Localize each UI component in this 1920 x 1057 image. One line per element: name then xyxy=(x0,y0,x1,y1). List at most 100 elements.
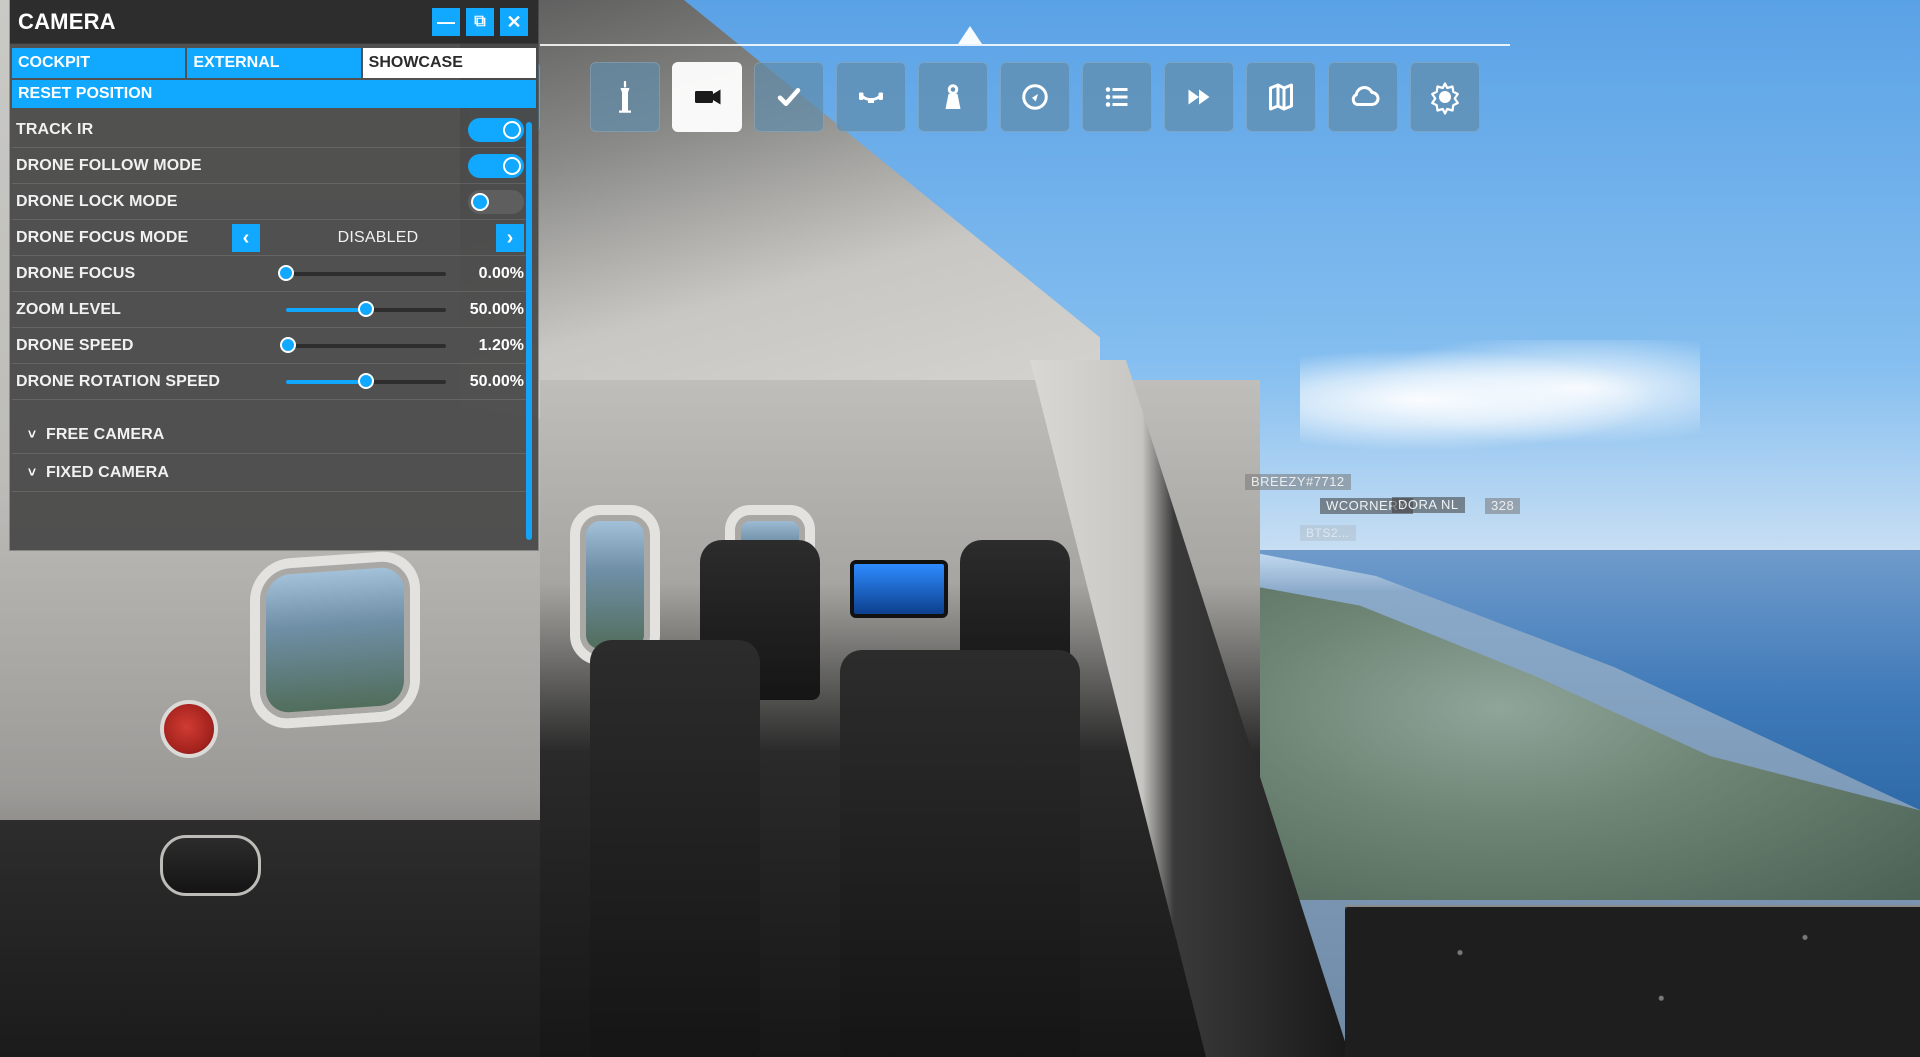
aircraft-wing xyxy=(1345,905,1920,1057)
fast-forward-icon xyxy=(1188,89,1210,105)
drone-speed-value: 1.20% xyxy=(478,336,524,354)
setting-row-drone-lock-mode: DRONE LOCK MODE xyxy=(12,184,530,220)
toolbar-checklist-button[interactable] xyxy=(754,62,824,132)
setting-row-zoom-level: ZOOM LEVEL 50.00% xyxy=(12,292,530,328)
cockpit-display xyxy=(850,560,948,618)
selector-prev-button[interactable]: ‹ xyxy=(232,223,260,252)
setting-row-drone-follow-mode: DRONE FOLLOW MODE xyxy=(12,148,530,184)
camera-sections: ˅ FREE CAMERA ˅ FIXED CAMERA xyxy=(12,416,530,492)
pop-out-icon: ⧉ xyxy=(474,12,486,30)
track-ir-toggle[interactable] xyxy=(468,117,524,142)
cloud-icon xyxy=(1351,86,1380,106)
toggle-wrap xyxy=(286,189,524,214)
setting-row-track-ir: TRACK IR xyxy=(12,112,530,148)
camera-panel-title: CAMERA xyxy=(18,8,116,34)
clouds xyxy=(1300,340,1700,460)
toolbar-atc-button[interactable] xyxy=(590,62,660,132)
slider-thumb[interactable] xyxy=(358,372,374,389)
setting-label: DRONE SPEED xyxy=(16,336,134,354)
setting-label: DRONE ROTATION SPEED xyxy=(16,372,221,390)
tab-cockpit[interactable]: COCKPIT xyxy=(12,48,186,78)
passenger-seat-right xyxy=(840,650,1080,1057)
camera-panel-body: COCKPIT EXTERNAL SHOWCASE RESET POSITION… xyxy=(10,44,538,550)
chevron-left-icon: ‹ xyxy=(242,226,250,249)
slider-thumb[interactable] xyxy=(358,300,374,317)
minimize-button[interactable]: — xyxy=(432,7,460,36)
zoom-level-slider[interactable] xyxy=(286,300,446,317)
toggle-knob xyxy=(503,120,521,139)
setting-row-drone-focus-mode: DRONE FOCUS MODE ‹ DISABLED › xyxy=(12,220,530,256)
chevron-down-icon: ˅ xyxy=(27,463,37,480)
setting-label: DRONE FOLLOW MODE xyxy=(16,156,202,174)
toolbar-camera-button[interactable] xyxy=(672,62,742,132)
slider-row: 50.00% xyxy=(286,372,524,391)
camera-settings-list: TRACK IR DRONE FOLLOW MODE DRONE LOCK MO… xyxy=(12,112,530,400)
minimize-icon: — xyxy=(437,11,455,32)
gear-icon xyxy=(1431,82,1459,115)
toolbar-navlog-button[interactable] xyxy=(1000,62,1070,132)
weight-icon xyxy=(945,84,961,109)
setting-label: TRACK IR xyxy=(16,120,94,138)
slider-fill xyxy=(286,307,366,312)
camera-panel: CAMERA — ⧉ ✕ COCKPIT EXTERNAL SHOWCASE R… xyxy=(10,0,538,550)
slider-row: 0.00% xyxy=(278,264,524,283)
drone-lock-mode-toggle[interactable] xyxy=(468,189,524,214)
setting-row-drone-rotation-speed: DRONE ROTATION SPEED 50.00% xyxy=(12,364,530,400)
setting-label: DRONE LOCK MODE xyxy=(16,192,178,210)
toolbar-weather-button[interactable] xyxy=(1328,62,1398,132)
tab-label: SHOWCASE xyxy=(368,54,463,71)
player-tag: 328 xyxy=(1485,498,1521,514)
toolbar-controls-button[interactable] xyxy=(836,62,906,132)
player-tag: DORA NL xyxy=(1392,497,1465,513)
setting-row-drone-speed: DRONE SPEED 1.20% xyxy=(12,328,530,364)
close-icon: ✕ xyxy=(506,11,522,32)
drone-speed-slider[interactable] xyxy=(279,336,446,353)
close-button[interactable]: ✕ xyxy=(500,7,528,36)
camera-icon xyxy=(695,89,721,105)
section-fixed-camera[interactable]: ˅ FIXED CAMERA xyxy=(12,454,530,492)
setting-row-drone-focus: DRONE FOCUS 0.00% xyxy=(12,256,530,292)
flight-sim-scene: BREEZY#7712 WCORNERY DORA NL 328 BTS2... xyxy=(0,0,1920,1057)
toolbar-sim-rate-button[interactable] xyxy=(1164,62,1234,132)
toggle-knob xyxy=(503,156,521,175)
toolbar-divider xyxy=(540,44,1510,46)
drone-focus-value: 0.00% xyxy=(478,264,524,282)
camera-panel-scrollbar[interactable] xyxy=(526,122,532,540)
cabin-placard-icon xyxy=(160,700,218,758)
setting-label: DRONE FOCUS MODE xyxy=(16,228,189,246)
panel-window-controls: — ⧉ ✕ xyxy=(432,7,528,36)
section-free-camera[interactable]: ˅ FREE CAMERA xyxy=(12,416,530,454)
setting-label: ZOOM LEVEL xyxy=(16,300,121,318)
drone-rotation-speed-slider[interactable] xyxy=(286,372,446,389)
drone-focus-slider[interactable] xyxy=(278,264,446,281)
toolbar-settings-button[interactable] xyxy=(1410,62,1480,132)
yoke-icon xyxy=(859,92,883,103)
toolbar-caret-icon xyxy=(958,26,982,44)
chevron-right-icon: › xyxy=(506,226,514,249)
tab-showcase[interactable]: SHOWCASE xyxy=(362,48,536,78)
toolbar-map-button[interactable] xyxy=(1246,62,1316,132)
camera-panel-titlebar: CAMERA — ⧉ ✕ xyxy=(10,0,538,44)
cabin-controls-panel xyxy=(160,835,261,896)
zoom-level-value: 50.00% xyxy=(469,300,524,318)
slider-thumb[interactable] xyxy=(278,264,294,281)
tab-external[interactable]: EXTERNAL xyxy=(187,48,361,78)
toggle-knob xyxy=(471,192,489,211)
toggle-wrap xyxy=(286,117,524,142)
player-tag: BTS2... xyxy=(1300,525,1356,541)
reset-position-label: RESET POSITION xyxy=(18,85,153,102)
toolbar-list-button[interactable] xyxy=(1082,62,1152,132)
drone-follow-mode-toggle[interactable] xyxy=(468,153,524,178)
top-toolbar xyxy=(470,26,1510,134)
reset-position-button[interactable]: RESET POSITION xyxy=(12,80,536,108)
selector-next-button[interactable]: › xyxy=(496,223,524,252)
list-icon xyxy=(1105,87,1128,107)
tab-label: EXTERNAL xyxy=(193,54,280,71)
compass-icon xyxy=(1022,84,1048,110)
pop-out-button[interactable]: ⧉ xyxy=(466,7,494,36)
slider-thumb[interactable] xyxy=(279,336,296,353)
drone-focus-mode-selector: ‹ DISABLED › xyxy=(232,223,524,252)
toolbar-weight-button[interactable] xyxy=(918,62,988,132)
map-icon xyxy=(1269,83,1293,111)
slider-row: 1.20% xyxy=(279,336,524,355)
